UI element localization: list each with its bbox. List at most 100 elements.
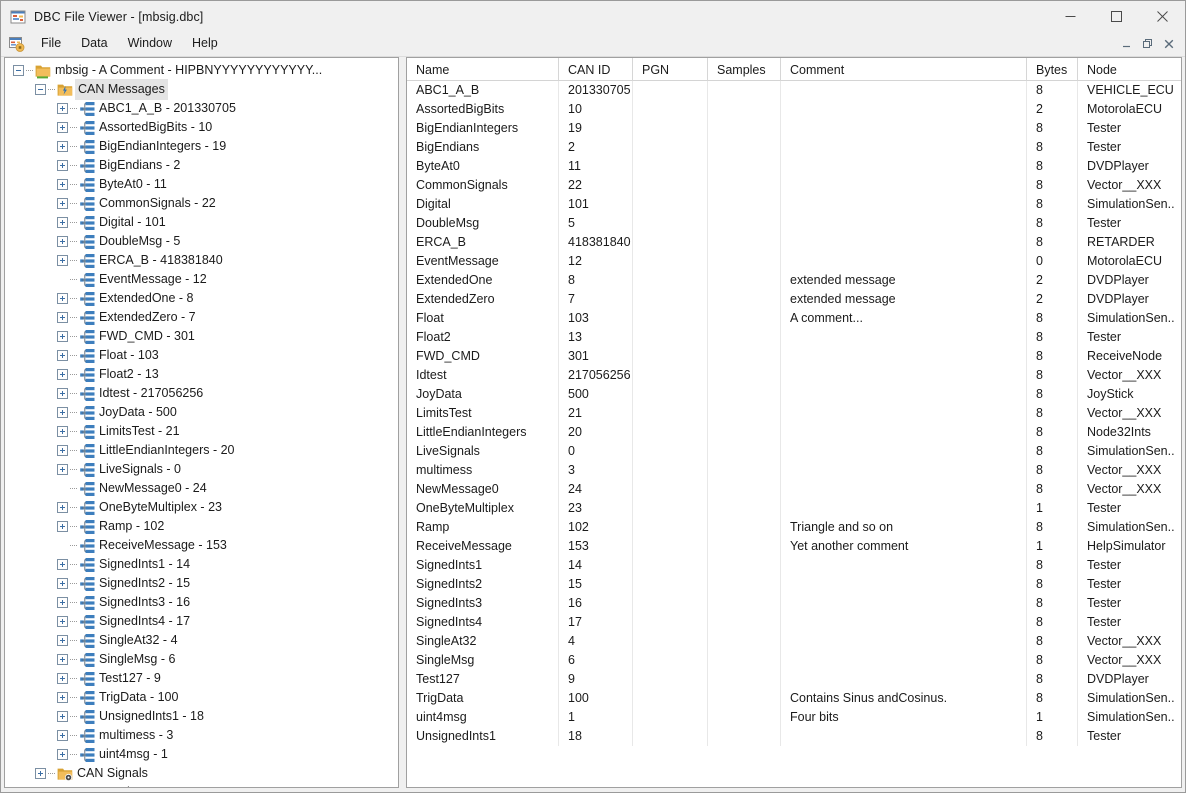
tree-node-message[interactable]: SingleMsg - 6 — [5, 650, 398, 669]
tree-node-message[interactable]: multimess - 3 — [5, 726, 398, 745]
table-row[interactable]: ExtendedZero 7 extended message 2 DVDPlayer — [407, 290, 1181, 309]
dbc-tree-panel[interactable]: mbsig - A Comment - HIPBNYYYYYYYYYYYY...… — [4, 57, 399, 788]
expand-toggle-message[interactable] — [57, 331, 68, 342]
column-header-bytes[interactable]: Bytes — [1027, 58, 1078, 81]
tree-node-message[interactable]: ExtendedZero - 7 — [5, 308, 398, 327]
table-row[interactable]: Idtest 217056256 8 Vector__XXX — [407, 366, 1181, 385]
tree-node-message[interactable]: DoubleMsg - 5 — [5, 232, 398, 251]
menu-window[interactable]: Window — [118, 33, 182, 55]
table-row[interactable]: Ramp 102 Triangle and so on 8 SimulationSen.… — [407, 518, 1181, 537]
expand-toggle-message[interactable] — [57, 730, 68, 741]
panel-splitter[interactable] — [399, 57, 406, 788]
table-row[interactable]: CommonSignals 22 8 Vector__XXX — [407, 176, 1181, 195]
maximize-button[interactable] — [1093, 1, 1139, 32]
expand-toggle-message[interactable] — [57, 160, 68, 171]
mdi-close-button[interactable] — [1159, 35, 1179, 53]
table-row[interactable]: BigEndians 2 8 Tester — [407, 138, 1181, 157]
table-row[interactable]: ERCA_B 418381840 8 RETARDER — [407, 233, 1181, 252]
tree-node-message[interactable]: JoyData - 500 — [5, 403, 398, 422]
table-row[interactable]: EventMessage 12 0 MotorolaECU — [407, 252, 1181, 271]
table-row[interactable]: FWD_CMD 301 8 ReceiveNode — [407, 347, 1181, 366]
tree-node-message[interactable]: SignedInts2 - 15 — [5, 574, 398, 593]
minimize-button[interactable] — [1047, 1, 1093, 32]
table-row[interactable]: SignedInts4 17 8 Tester — [407, 613, 1181, 632]
expand-toggle-message[interactable] — [57, 635, 68, 646]
table-row[interactable]: ExtendedOne 8 extended message 2 DVDPlayer — [407, 271, 1181, 290]
expand-toggle-message[interactable] — [57, 369, 68, 380]
expand-toggle-message[interactable] — [57, 559, 68, 570]
tree-node-message[interactable]: SingleAt32 - 4 — [5, 631, 398, 650]
expand-toggle-message[interactable] — [57, 749, 68, 760]
tree-node-message[interactable]: LimitsTest - 21 — [5, 422, 398, 441]
tree-node-message[interactable]: LiveSignals - 0 — [5, 460, 398, 479]
menu-data[interactable]: Data — [71, 33, 117, 55]
tree-node-can-nodes[interactable]: CAN Nodes — [5, 783, 398, 788]
column-header-pgn[interactable]: PGN — [633, 58, 708, 81]
expand-toggle-message[interactable] — [57, 692, 68, 703]
tree-node-message[interactable]: FWD_CMD - 301 — [5, 327, 398, 346]
expand-toggle-message[interactable] — [57, 103, 68, 114]
tree-node-message[interactable]: BigEndianIntegers - 19 — [5, 137, 398, 156]
tree-node-message[interactable]: Test127 - 9 — [5, 669, 398, 688]
table-row[interactable]: SignedInts2 15 8 Tester — [407, 575, 1181, 594]
expand-toggle-message[interactable] — [57, 673, 68, 684]
column-header-can-id[interactable]: CAN ID — [559, 58, 633, 81]
expand-toggle-message[interactable] — [57, 141, 68, 152]
table-row[interactable]: ReceiveMessage 153 Yet another comment 1 Hel… — [407, 537, 1181, 556]
expand-toggle-message[interactable] — [57, 464, 68, 475]
tree-node-message[interactable]: SignedInts1 - 14 — [5, 555, 398, 574]
tree-node-message[interactable]: CommonSignals - 22 — [5, 194, 398, 213]
tree-node-message[interactable]: EventMessage - 12 — [5, 270, 398, 289]
table-row[interactable]: SignedInts3 16 8 Tester — [407, 594, 1181, 613]
table-row[interactable]: LittleEndianIntegers 20 8 Node32Ints — [407, 423, 1181, 442]
tree-node-message[interactable]: uint4msg - 1 — [5, 745, 398, 764]
messages-table-panel[interactable]: Name CAN ID PGN Samples Comment Bytes Node ABC… — [406, 57, 1182, 788]
expand-toggle-message[interactable] — [57, 426, 68, 437]
column-header-node[interactable]: Node — [1078, 58, 1175, 81]
table-row[interactable]: Digital 101 8 SimulationSen... — [407, 195, 1181, 214]
table-row[interactable]: Float 103 A comment... 8 SimulationSen... — [407, 309, 1181, 328]
tree-node-message[interactable]: ExtendedOne - 8 — [5, 289, 398, 308]
tree-node-message[interactable]: NewMessage0 - 24 — [5, 479, 398, 498]
tree-node-message[interactable]: OneByteMultiplex - 23 — [5, 498, 398, 517]
tree-node-message[interactable]: Idtest - 217056256 — [5, 384, 398, 403]
expand-toggle-message[interactable] — [57, 350, 68, 361]
tree-node-message[interactable]: ReceiveMessage - 153 — [5, 536, 398, 555]
tree-node-message[interactable]: ABC1_A_B - 201330705 — [5, 99, 398, 118]
tree-node-message[interactable]: AssortedBigBits - 10 — [5, 118, 398, 137]
column-header-samples[interactable]: Samples — [708, 58, 781, 81]
expand-toggle-can-signals[interactable] — [35, 768, 46, 779]
table-row[interactable]: multimess 3 8 Vector__XXX — [407, 461, 1181, 480]
table-row[interactable]: OneByteMultiplex 23 1 Tester — [407, 499, 1181, 518]
tree-node-message[interactable]: ByteAt0 - 11 — [5, 175, 398, 194]
close-button[interactable] — [1139, 1, 1185, 32]
table-row[interactable]: AssortedBigBits 10 2 MotorolaECU — [407, 100, 1181, 119]
tree-node-can-signals[interactable]: CAN Signals — [5, 764, 398, 783]
table-row[interactable]: NewMessage0 24 8 Vector__XXX — [407, 480, 1181, 499]
expand-toggle-message[interactable] — [57, 388, 68, 399]
table-row[interactable]: SingleMsg 6 8 Vector__XXX — [407, 651, 1181, 670]
tree-node-message[interactable]: ERCA_B - 418381840 — [5, 251, 398, 270]
tree-node-message[interactable]: Digital - 101 — [5, 213, 398, 232]
expand-toggle-message[interactable] — [57, 445, 68, 456]
menu-file[interactable]: File — [31, 33, 71, 55]
expand-toggle-message[interactable] — [57, 407, 68, 418]
expand-toggle-message[interactable] — [57, 502, 68, 513]
tree-node-message[interactable]: Float2 - 13 — [5, 365, 398, 384]
tree-node-message[interactable]: Float - 103 — [5, 346, 398, 365]
expand-toggle-message[interactable] — [57, 236, 68, 247]
table-row[interactable]: Test127 9 8 DVDPlayer — [407, 670, 1181, 689]
expand-toggle-message[interactable] — [57, 255, 68, 266]
mdi-minimize-button[interactable] — [1117, 35, 1137, 53]
expand-toggle-can-nodes[interactable] — [35, 787, 46, 788]
expand-toggle-message[interactable] — [57, 293, 68, 304]
mdi-restore-button[interactable] — [1138, 35, 1158, 53]
table-row[interactable]: ByteAt0 11 8 DVDPlayer — [407, 157, 1181, 176]
table-row[interactable]: BigEndianIntegers 19 8 Tester — [407, 119, 1181, 138]
expand-toggle-message[interactable] — [57, 597, 68, 608]
tree-node-message[interactable]: TrigData - 100 — [5, 688, 398, 707]
tree-node-message[interactable]: UnsignedInts1 - 18 — [5, 707, 398, 726]
table-row[interactable]: TrigData 100 Contains Sinus andCosinus. 8 Si… — [407, 689, 1181, 708]
table-row[interactable]: SignedInts1 14 8 Tester — [407, 556, 1181, 575]
collapse-toggle-can-messages[interactable] — [35, 84, 46, 95]
